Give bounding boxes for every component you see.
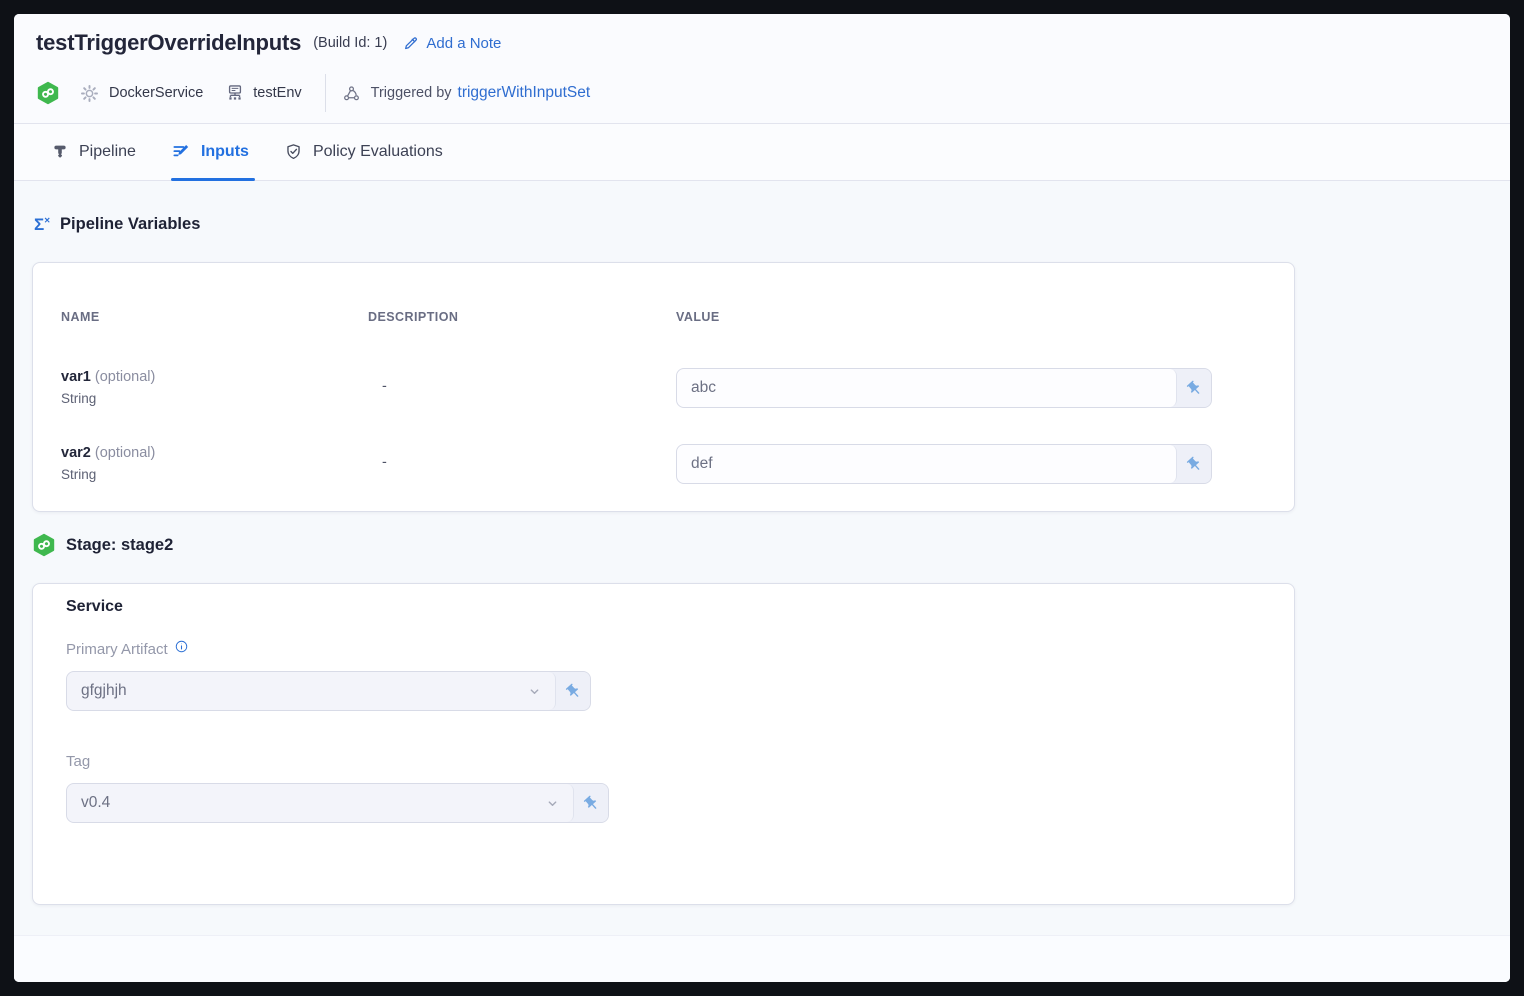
tab-pipeline[interactable]: Pipeline <box>51 124 136 180</box>
service-card-title: Service <box>66 598 123 616</box>
pipeline-variables-title: Pipeline Variables <box>60 215 200 234</box>
chevron-down-icon <box>544 795 561 812</box>
tab-inputs-label: Inputs <box>201 143 249 161</box>
pin-button[interactable] <box>1177 369 1211 407</box>
pin-button[interactable] <box>1177 445 1211 483</box>
pipeline-icon <box>51 142 69 162</box>
pin-icon <box>561 679 585 703</box>
variable-name-block: var1 (optional) String <box>61 369 155 406</box>
variable-value-field[interactable] <box>677 445 1177 483</box>
tag-label: Tag <box>66 753 90 770</box>
pencil-icon <box>403 35 419 51</box>
variable-optional-label: (optional) <box>95 445 155 461</box>
sigma-icon: Σ× <box>34 216 50 233</box>
service-name: DockerService <box>109 85 203 101</box>
variable-name: var2 <box>61 445 91 461</box>
variable-name-block: var2 (optional) String <box>61 445 155 482</box>
tag-select-group: v0.4 <box>66 783 609 823</box>
cd-stage-icon <box>36 81 60 105</box>
triggered-by-label: Triggered by <box>371 85 452 101</box>
app-window: testTriggerOverrideInputs (Build Id: 1) … <box>14 14 1510 982</box>
service-card: Service Primary Artifact gfgjhjh <box>32 583 1295 905</box>
meta-divider <box>325 74 326 112</box>
primary-artifact-label: Primary Artifact <box>66 641 168 658</box>
variable-type: String <box>61 467 155 482</box>
inputs-icon <box>171 142 191 162</box>
variable-description: - <box>382 455 387 471</box>
variable-optional-label: (optional) <box>95 369 155 385</box>
tag-select[interactable]: v0.4 <box>67 784 574 822</box>
page-title: testTriggerOverrideInputs <box>36 30 301 56</box>
build-id-label: (Build Id: 1) <box>313 35 387 51</box>
pin-icon <box>1182 376 1206 400</box>
variable-type: String <box>61 391 155 406</box>
gear-icon <box>79 83 100 104</box>
policy-shield-check-icon <box>284 142 303 162</box>
variable-value-input-var1[interactable] <box>691 379 1162 397</box>
tab-inputs[interactable]: Inputs <box>171 124 249 180</box>
variable-value-group <box>676 444 1212 484</box>
pin-button[interactable] <box>574 784 608 822</box>
pipeline-variables-card: NAME DESCRIPTION VALUE var1 (optional) S… <box>32 262 1295 512</box>
primary-artifact-select[interactable]: gfgjhjh <box>67 672 556 710</box>
variable-description: - <box>382 379 387 395</box>
add-note-label: Add a Note <box>426 35 501 52</box>
environment-icon <box>225 83 245 103</box>
primary-artifact-label-row: Primary Artifact <box>66 641 189 658</box>
info-icon[interactable] <box>174 639 189 654</box>
variable-value-field[interactable] <box>677 369 1177 407</box>
variable-row-var1: var1 (optional) String - <box>33 368 1294 408</box>
tab-policy-evaluations[interactable]: Policy Evaluations <box>284 124 443 180</box>
variable-value-group <box>676 368 1212 408</box>
inputs-tab-content: Σ× Pipeline Variables NAME DESCRIPTION V… <box>14 181 1510 982</box>
trigger-link[interactable]: triggerWithInputSet <box>458 84 591 102</box>
stage-title: Stage: stage2 <box>66 536 173 555</box>
trigger-icon <box>342 84 361 103</box>
add-note-button[interactable]: Add a Note <box>403 35 501 52</box>
stage-heading: Stage: stage2 <box>32 533 173 557</box>
tab-bar: Pipeline Inputs <box>14 124 1510 181</box>
column-header-description: DESCRIPTION <box>368 310 458 324</box>
pin-icon <box>579 791 603 815</box>
tab-policy-label: Policy Evaluations <box>313 143 443 161</box>
meta-row: DockerService testEnv <box>36 74 590 112</box>
variable-value-input-var2[interactable] <box>691 455 1162 473</box>
pin-icon <box>1182 452 1206 476</box>
chevron-down-icon <box>526 683 543 700</box>
tag-value: v0.4 <box>81 794 544 812</box>
execution-header: testTriggerOverrideInputs (Build Id: 1) … <box>14 14 1510 124</box>
variable-row-var2: var2 (optional) String - <box>33 444 1294 484</box>
footer-strip <box>14 935 1510 982</box>
primary-artifact-select-group: gfgjhjh <box>66 671 591 711</box>
primary-artifact-value: gfgjhjh <box>81 682 526 700</box>
tag-label-row: Tag <box>66 753 90 770</box>
tab-pipeline-label: Pipeline <box>79 143 136 161</box>
cd-stage-icon <box>32 533 56 557</box>
title-row: testTriggerOverrideInputs (Build Id: 1) … <box>36 30 501 56</box>
pipeline-variables-heading: Σ× Pipeline Variables <box>34 215 200 234</box>
environment-name: testEnv <box>253 85 301 101</box>
column-header-name: NAME <box>61 310 100 324</box>
column-header-value: VALUE <box>676 310 720 324</box>
variable-name: var1 <box>61 369 91 385</box>
pin-button[interactable] <box>556 672 590 710</box>
